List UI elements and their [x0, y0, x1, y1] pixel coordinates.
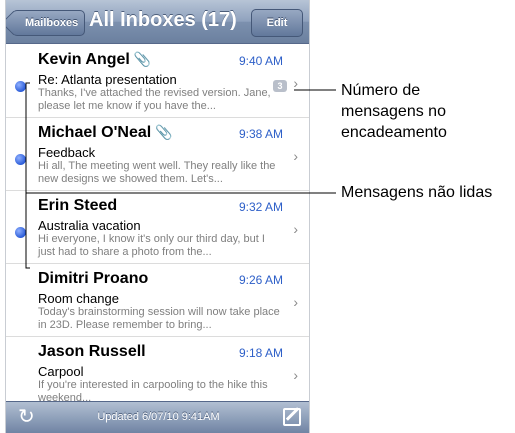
callout-leader-lines: [25, 82, 336, 269]
thread-callout-line-1: Número de: [341, 82, 421, 99]
thread-callout-line-2: mensagens no: [341, 103, 446, 120]
unread-callout: Mensagens não lidas: [341, 184, 493, 201]
thread-count-callout: Número de mensagens no encadeamento: [341, 80, 447, 143]
unread-bracket: [25, 82, 30, 269]
thread-callout-line-3: encadeamento: [341, 124, 447, 141]
